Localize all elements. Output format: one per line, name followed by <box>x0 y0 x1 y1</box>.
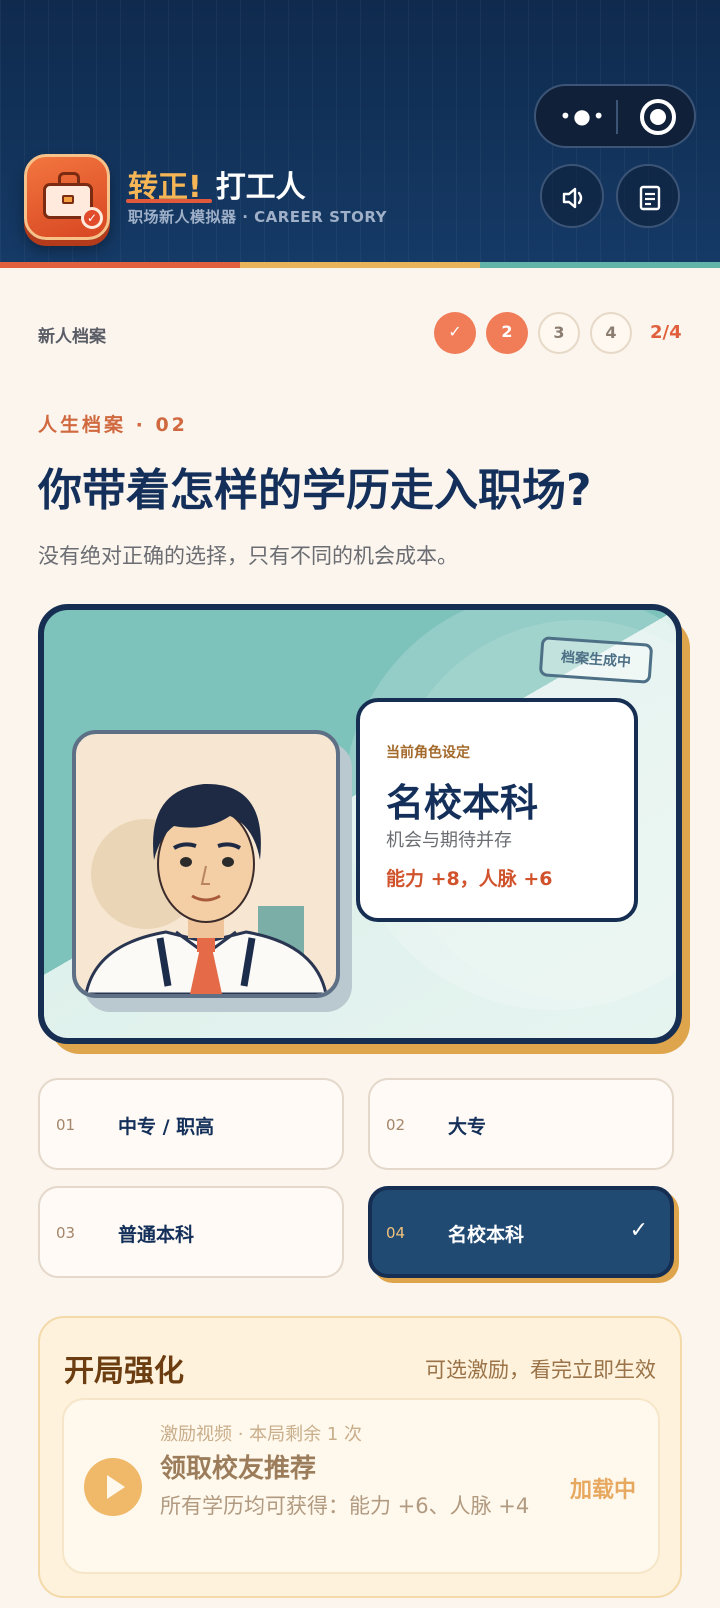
title-underline <box>126 199 212 203</box>
more-dots-icon[interactable]: •●• <box>554 104 612 130</box>
band-gold <box>240 262 480 268</box>
option-number: 01 <box>56 1116 76 1134</box>
option-vocational[interactable]: 01 中专 / 职高 <box>38 1078 344 1170</box>
section-label: 新人档案 <box>38 327 106 347</box>
band-red <box>0 262 240 268</box>
hero-card: 档案生成中 当前角色设定 名校本科 机会与期待并存 能力 +8，人脉 +6 <box>38 604 682 1044</box>
role-card-label: 当前角色设定 <box>386 745 470 761</box>
role-card-bonus: 能力 +8，人脉 +6 <box>386 868 553 890</box>
status-stamp: 档案生成中 <box>538 636 654 684</box>
speaker-icon <box>562 187 583 209</box>
step-4: 4 <box>590 312 632 354</box>
step-1-done: ✓ <box>434 312 476 354</box>
app-title-main: 打工人 <box>215 170 306 205</box>
option-bachelor[interactable]: 03 普通本科 <box>38 1186 344 1278</box>
option-college[interactable]: 02 大专 <box>368 1078 674 1170</box>
option-label: 普通本科 <box>118 1224 195 1246</box>
role-card-title: 名校本科 <box>386 781 539 825</box>
check-badge-icon: ✓ <box>81 207 103 229</box>
option-label: 中专 / 职高 <box>118 1116 215 1138</box>
option-number: 02 <box>386 1116 406 1134</box>
boost-subtitle: 可选激励，看完立即生效 <box>425 1358 656 1382</box>
step-counter: 2/4 <box>650 322 682 343</box>
character-illustration <box>84 783 328 994</box>
records-button[interactable] <box>616 164 680 228</box>
reward-title: 领取校友推荐 <box>160 1454 317 1484</box>
band-teal <box>480 262 720 268</box>
role-info-card: 当前角色设定 名校本科 机会与期待并存 能力 +8，人脉 +6 <box>356 698 638 922</box>
boost-title: 开局强化 <box>64 1354 184 1389</box>
option-label: 名校本科 <box>448 1224 525 1246</box>
miniprogram-capsule: •●• <box>534 84 696 148</box>
character-avatar <box>72 730 340 998</box>
option-number: 04 <box>386 1224 406 1242</box>
boost-panel: 开局强化 可选激励，看完立即生效 激励视频 · 本局剩余 1 次 领取校友推荐 … <box>38 1316 682 1598</box>
app-header: ✓ 转正! 打工人 职场新人模拟器 · CAREER STORY •●• <box>0 0 720 262</box>
notebook-icon <box>639 185 661 211</box>
sound-button[interactable] <box>540 164 604 228</box>
capsule-divider <box>616 100 618 134</box>
reward-video-card[interactable]: 激励视频 · 本局剩余 1 次 领取校友推荐 所有学历均可获得：能力 +6、人脉… <box>62 1398 660 1574</box>
reward-detail: 所有学历均可获得：能力 +6、人脉 +4 <box>160 1494 530 1518</box>
option-number: 03 <box>56 1224 76 1242</box>
check-icon: ✓ <box>629 1218 648 1243</box>
reward-meta: 激励视频 · 本局剩余 1 次 <box>160 1424 363 1445</box>
question-hint: 没有绝对正确的选择，只有不同的机会成本。 <box>38 544 458 568</box>
role-card-desc: 机会与期待并存 <box>386 830 512 851</box>
step-3: 3 <box>538 312 580 354</box>
loading-status: 加载中 <box>569 1478 636 1503</box>
target-icon[interactable] <box>640 99 676 135</box>
play-icon[interactable] <box>84 1458 142 1516</box>
question-kicker: 人生档案 · 02 <box>38 414 188 436</box>
header-color-band <box>0 262 720 268</box>
option-label: 大专 <box>448 1116 487 1138</box>
question-title: 你带着怎样的学历走入职场? <box>38 465 592 516</box>
briefcase-clasp <box>62 195 74 204</box>
step-2-current: 2 <box>486 312 528 354</box>
app-subtitle: 职场新人模拟器 · CAREER STORY <box>128 208 387 226</box>
app-logo: ✓ <box>24 154 110 240</box>
option-elite-bachelor[interactable]: 04 名校本科 ✓ <box>368 1186 674 1278</box>
